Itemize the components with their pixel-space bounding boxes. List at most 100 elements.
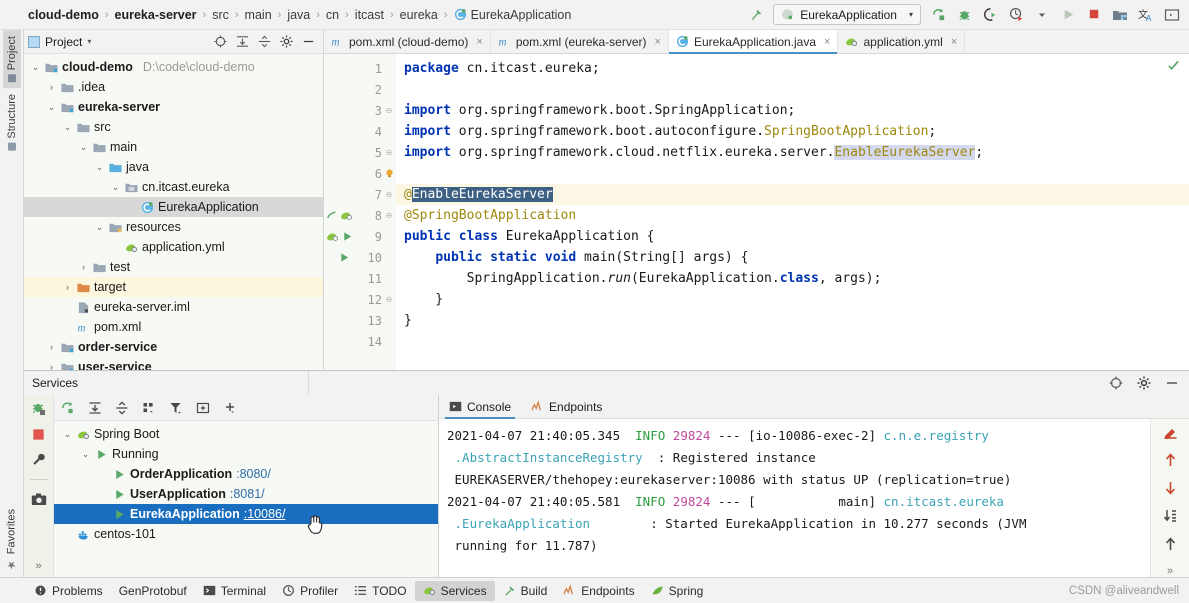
editor-tab[interactable]: application.yml × [838,30,966,53]
gutter-line[interactable]: 7 ⊖ [324,184,396,205]
editor-tab[interactable]: EurekaApplication.java × [668,30,839,54]
debug-icon[interactable] [31,401,47,417]
chevron-down-icon[interactable]: ⌄ [46,102,57,113]
editor-tab[interactable]: m pom.xml (eureka-server) × [490,30,669,53]
up-arrow-dark-icon[interactable] [1164,537,1177,551]
chevron-down-icon[interactable]: ⌄ [62,429,73,440]
code-line[interactable]: } [396,289,1189,310]
project-tree-node[interactable]: ⌄ resources [24,217,323,237]
status-bar-item[interactable]: Problems [26,581,111,601]
project-tree-node[interactable]: › user-service [24,357,323,370]
breadcrumb-item[interactable]: eureka [396,8,442,22]
code-line[interactable] [396,331,1189,352]
project-tree-node[interactable]: ⌄ cn.itcast.eureka [24,177,323,197]
project-tree-node[interactable]: ⌄ src [24,117,323,137]
gutter-line[interactable]: 5 ⊖ [324,142,396,163]
group-icon[interactable] [142,401,156,415]
sidebar-tab-project[interactable]: Project [2,30,21,89]
code-line[interactable]: import org.springframework.boot.SpringAp… [396,100,1189,121]
add-tab-icon[interactable] [196,401,210,415]
project-tree-node[interactable]: application.yml [24,237,323,257]
gutter-line[interactable]: 14 [324,331,396,352]
close-icon[interactable]: × [476,36,482,48]
chevron-down-icon[interactable] [1033,6,1051,24]
code-line[interactable]: SpringApplication.run(EurekaApplication.… [396,268,1189,289]
breadcrumb-item[interactable]: cloud-demo [24,8,103,22]
gutter-line[interactable]: 4 [324,121,396,142]
project-panel-title-group[interactable]: Project ▾ [28,35,91,49]
code-line[interactable]: public static void main(String[] args) { [396,247,1189,268]
settings-gear-icon[interactable] [280,35,293,48]
breadcrumb-item[interactable]: EurekaApplication [450,8,576,22]
locate-icon[interactable] [214,35,227,48]
project-tree-node[interactable]: ⌄ cloud-demo D:\code\cloud-demo [24,57,323,77]
hide-icon[interactable] [1165,376,1179,390]
service-tree-node[interactable]: UserApplication:8081/ [54,484,438,504]
soft-wrap-icon[interactable] [1163,425,1177,439]
inspections-ok-check-icon[interactable] [1167,59,1180,72]
terminal-icon[interactable] [1163,6,1181,24]
project-tree-node[interactable]: ⌄ eureka-server [24,97,323,117]
service-tree-node[interactable]: OrderApplication:8080/ [54,464,438,484]
editor-code[interactable]: package cn.itcast.eureka; import org.spr… [396,54,1189,370]
project-tree-node[interactable]: eureka-server.iml [24,297,323,317]
gutter-line[interactable]: 12 ⊖ [324,289,396,310]
hide-icon[interactable] [302,35,315,48]
code-editor[interactable]: 1 2 3 ⊖ 4 5 ⊖ 6 7 ⊖ 8 ⊖ 9 10 11 12 ⊖ 13 14 package cn.itca… [324,54,1189,370]
expand-all-icon[interactable] [88,401,102,415]
status-bar-item[interactable]: Spring [643,581,712,601]
service-tree-node[interactable]: ⌄ Running [54,444,438,464]
gutter-line[interactable]: 13 [324,310,396,331]
collapse-all-icon[interactable] [258,35,271,48]
gutter-line[interactable]: 3 ⊖ [324,100,396,121]
debug-icon[interactable] [955,6,973,24]
status-bar-item[interactable]: TODO [346,581,414,601]
project-tree-node[interactable]: › target [24,277,323,297]
code-line[interactable]: import org.springframework.boot.autoconf… [396,121,1189,142]
status-bar-item[interactable]: Build [495,581,556,601]
code-fold-marker[interactable]: ⊖ [382,106,396,115]
editor-tab-strip[interactable]: m pom.xml (cloud-demo) × m pom.xml (eureka-s… [324,30,1189,54]
settings-wrench-icon[interactable] [31,452,46,467]
status-bar-item[interactable]: Services [414,580,495,601]
rerun-icon[interactable] [929,6,947,24]
project-tree-node[interactable]: EurekaApplication [24,197,323,217]
console-tab[interactable]: Console [444,395,516,419]
breadcrumb-item[interactable]: eureka-server [111,8,201,22]
editor-tab[interactable]: m pom.xml (cloud-demo) × [324,30,491,53]
console-tab-strip[interactable]: Console Endpoints [439,395,1189,419]
code-fold-marker[interactable]: ⊖ [382,295,396,304]
gutter-line[interactable]: 6 [324,163,396,184]
expand-all-icon[interactable] [236,35,249,48]
status-bar-item[interactable]: Endpoints [555,581,642,601]
status-bar-item[interactable]: GenProtobuf [111,581,195,601]
chevron-down-icon[interactable]: ⌄ [78,142,89,153]
chevron-down-icon[interactable]: ⌄ [94,222,105,233]
chevron-right-icon[interactable]: › [46,82,57,92]
more-icon[interactable]: » [1167,565,1173,577]
chevron-down-icon[interactable]: ⌄ [62,122,73,133]
close-icon[interactable]: × [951,36,957,48]
service-tree-node[interactable]: centos-101 [54,524,438,544]
chevron-right-icon[interactable]: › [78,262,89,272]
gutter-line[interactable]: 1 [324,58,396,79]
chevron-down-icon[interactable]: ▾ [909,10,913,19]
project-tree-node[interactable]: ⌄ java [24,157,323,177]
build-hammer-icon[interactable] [747,6,765,24]
breadcrumb-item[interactable]: main [241,8,276,22]
console-output[interactable]: 2021-04-07 21:40:05.345 INFO 29824 --- [… [439,419,1150,577]
gutter-line[interactable]: 2 [324,79,396,100]
service-tree-node[interactable]: EurekaApplication:10086/ [54,504,438,524]
run-configuration-selector[interactable]: EurekaApplication ▾ [773,4,921,25]
code-line[interactable]: public class EurekaApplication { [396,226,1189,247]
chevron-right-icon[interactable]: › [62,282,73,292]
more-tools-icon[interactable]: » [35,560,41,577]
editor-gutter[interactable]: 1 2 3 ⊖ 4 5 ⊖ 6 7 ⊖ 8 ⊖ 9 10 11 12 ⊖ 13 14 [324,54,396,370]
gutter-icons[interactable] [324,230,363,243]
add-service-icon[interactable] [223,401,237,415]
chevron-down-icon[interactable]: ⌄ [94,162,105,173]
profiler-icon[interactable] [1007,6,1025,24]
up-arrow-icon[interactable] [1164,453,1177,467]
gutter-line[interactable]: 10 [324,247,396,268]
stop-icon[interactable] [31,427,46,442]
